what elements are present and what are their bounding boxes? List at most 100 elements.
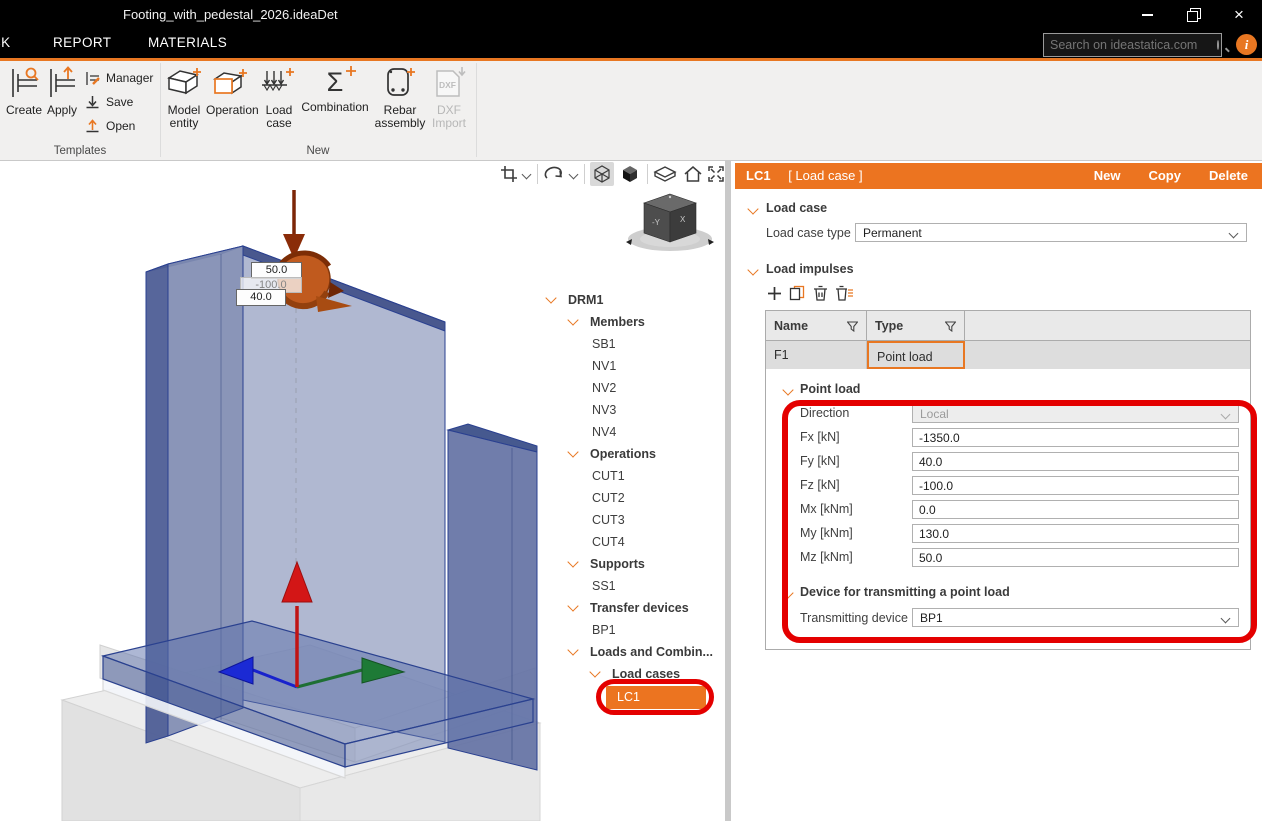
- tree-item-transfer-devices[interactable]: Transfer devices: [569, 598, 689, 618]
- orbit-icon: [543, 164, 565, 184]
- delete-impulse-button[interactable]: [813, 285, 828, 301]
- new-model-entity-button[interactable]: Modelentity: [162, 65, 206, 130]
- crop-view-button[interactable]: [497, 162, 521, 186]
- section-view-button[interactable]: [653, 162, 677, 186]
- tree-item-ss1[interactable]: SS1: [592, 576, 616, 596]
- create-template-button[interactable]: Create: [4, 65, 44, 117]
- chevron-down-icon[interactable]: [545, 292, 556, 303]
- mz-input[interactable]: [912, 548, 1239, 567]
- tree-item-bp1[interactable]: BP1: [592, 620, 616, 640]
- chevron-down-icon[interactable]: [567, 644, 578, 655]
- load-case-type-label: Load case type: [766, 226, 851, 240]
- open-icon: [84, 118, 101, 135]
- transmitting-device-select[interactable]: BP1: [912, 608, 1239, 627]
- filter-icon[interactable]: [847, 321, 858, 332]
- minimize-button[interactable]: [1124, 0, 1170, 30]
- solid-view-button[interactable]: [618, 162, 642, 186]
- new-combination-button[interactable]: Σ Combination: [300, 65, 370, 114]
- tree-item-cut4[interactable]: CUT4: [592, 532, 625, 552]
- selected-item-name: LC1: [746, 168, 771, 183]
- info-button[interactable]: i: [1236, 34, 1257, 55]
- load-case-type-select[interactable]: Permanent: [855, 223, 1247, 242]
- operation-icon: [210, 65, 252, 99]
- restore-button[interactable]: [1170, 0, 1216, 30]
- copy-impulse-button[interactable]: [789, 285, 806, 301]
- tab-report[interactable]: REPORT: [53, 30, 111, 58]
- mz-label: Mz [kNm]: [800, 550, 853, 564]
- new-operation-button[interactable]: Operation: [206, 65, 256, 117]
- add-impulse-button[interactable]: [767, 286, 782, 301]
- impulse-row-type-cell[interactable]: Point load: [867, 341, 965, 369]
- mx-input[interactable]: [912, 500, 1239, 519]
- template-open-button[interactable]: Open: [84, 115, 153, 137]
- impulse-row-name-cell[interactable]: F1: [766, 341, 867, 369]
- apply-template-button[interactable]: Apply: [44, 65, 80, 117]
- ribbon: Create Apply Manager Save: [0, 61, 1262, 161]
- tab-materials[interactable]: MATERIALS: [148, 30, 227, 58]
- chevron-down-icon: [1221, 410, 1231, 420]
- fy-input[interactable]: [912, 452, 1239, 471]
- tree-item-nv3[interactable]: NV3: [592, 400, 616, 420]
- chevron-down-icon[interactable]: [747, 264, 758, 275]
- point-load-section-title: Point load: [800, 382, 860, 396]
- template-manager-button[interactable]: Manager: [84, 67, 153, 89]
- delete-load-case-button[interactable]: Delete: [1209, 163, 1248, 189]
- tree-item-supports[interactable]: Supports: [569, 554, 645, 574]
- navigation-cube[interactable]: -Y X: [616, 186, 724, 258]
- panel-divider[interactable]: [725, 160, 731, 821]
- section-box-icon: [653, 164, 677, 184]
- tree-item-cut1[interactable]: CUT1: [592, 466, 625, 486]
- home-view-button[interactable]: [681, 162, 705, 186]
- crop-dropdown[interactable]: [519, 162, 533, 186]
- template-mini-buttons: Manager Save Open: [84, 67, 153, 137]
- fx-input[interactable]: [912, 428, 1239, 447]
- new-load-case-button[interactable]: Loadcase: [258, 65, 300, 130]
- tree-item-cut3[interactable]: CUT3: [592, 510, 625, 530]
- chevron-down-icon[interactable]: [567, 556, 578, 567]
- tree-item-loads-and-combinations[interactable]: Loads and Combin...: [569, 642, 713, 662]
- tree-item-nv4[interactable]: NV4: [592, 422, 616, 442]
- cube-face-minus-y: -Y: [652, 218, 661, 227]
- orbit-dropdown[interactable]: [566, 162, 580, 186]
- property-panel-header: LC1 [ Load case ] New Copy Delete: [735, 163, 1262, 189]
- my-label: My [kNm]: [800, 526, 853, 540]
- tree-item-lc1-selected[interactable]: LC1: [606, 686, 706, 709]
- new-rebar-assembly-button[interactable]: Rebarassembly: [372, 65, 428, 130]
- chevron-down-icon: [1229, 229, 1239, 239]
- minimize-icon: [1142, 14, 1153, 16]
- create-template-icon: [8, 65, 40, 99]
- restore-icon: [1188, 10, 1198, 20]
- wireframe-view-button[interactable]: [590, 162, 614, 186]
- chevron-down-icon[interactable]: [747, 203, 758, 214]
- chevron-down-icon[interactable]: [567, 446, 578, 457]
- chevron-down-icon[interactable]: [567, 600, 578, 611]
- tree-item-cut2[interactable]: CUT2: [592, 488, 625, 508]
- tree-item-members[interactable]: Members: [569, 312, 645, 332]
- filter-icon[interactable]: [945, 321, 956, 332]
- tree-item-nv1[interactable]: NV1: [592, 356, 616, 376]
- template-save-button[interactable]: Save: [84, 91, 153, 113]
- search-input[interactable]: [1044, 38, 1217, 52]
- new-load-case-header-button[interactable]: New: [1094, 163, 1121, 189]
- column-header-name[interactable]: Name: [766, 311, 867, 341]
- close-button[interactable]: ×: [1216, 0, 1262, 30]
- copy-load-case-button[interactable]: Copy: [1148, 163, 1181, 189]
- load-case-section-title: Load case: [766, 201, 827, 215]
- save-icon: [84, 94, 101, 111]
- fz-input[interactable]: [912, 476, 1239, 495]
- chevron-down-icon[interactable]: [589, 666, 600, 677]
- tab-check[interactable]: CK: [0, 30, 11, 58]
- impulse-row-empty-cell[interactable]: [965, 341, 1250, 369]
- mx-label: Mx [kNm]: [800, 502, 853, 516]
- column-header-type[interactable]: Type: [867, 311, 965, 341]
- tree-item-operations[interactable]: Operations: [569, 444, 656, 464]
- my-input[interactable]: [912, 524, 1239, 543]
- tree-item-drm1[interactable]: DRM1: [547, 290, 603, 310]
- delete-all-impulses-button[interactable]: [835, 285, 854, 301]
- orbit-view-button[interactable]: [542, 162, 566, 186]
- tree-item-load-cases[interactable]: Load cases: [591, 664, 680, 684]
- chevron-down-icon[interactable]: [567, 314, 578, 325]
- search-box[interactable]: [1043, 33, 1222, 57]
- tree-item-nv2[interactable]: NV2: [592, 378, 616, 398]
- tree-item-sb1[interactable]: SB1: [592, 334, 616, 354]
